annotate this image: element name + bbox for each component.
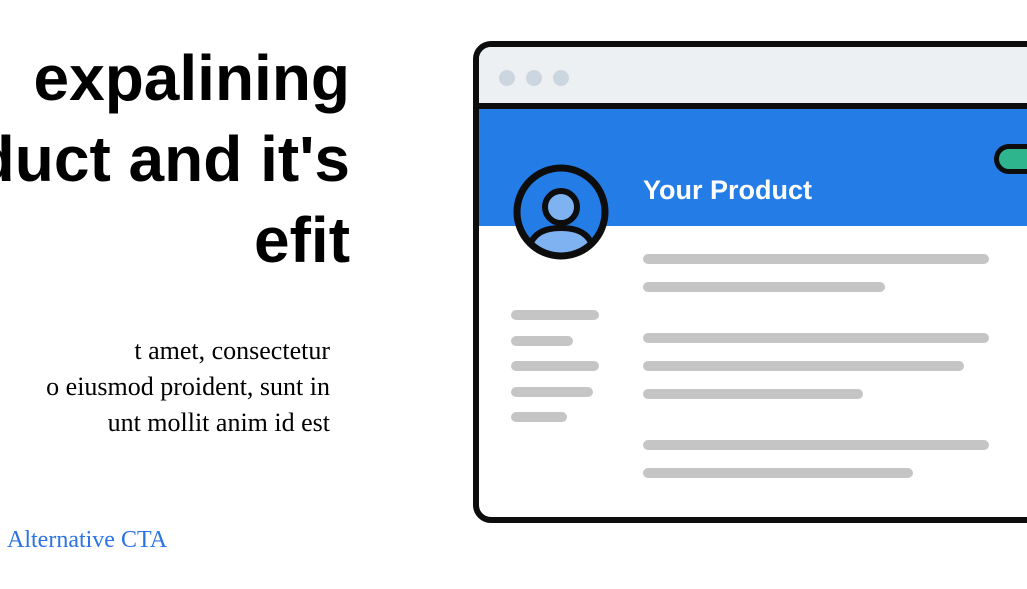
skeleton-line [643,254,989,264]
skeleton-line [643,282,885,292]
skeleton-line [511,336,573,346]
skeleton-line [643,440,989,450]
description-line: unt mollit anim id est [107,408,330,437]
skeleton-line [511,310,599,320]
product-title: Your Product [643,175,813,205]
description-line: t amet, consectetur [134,336,330,365]
window-dot-icon [553,70,569,86]
window-dot-icon [499,70,515,86]
product-browser-illustration: Your Product [473,41,1027,523]
toggle-pill-icon [994,144,1027,174]
hero-description: t amet, consectetur o eiusmod proident, … [0,333,330,441]
hero-headline: expalining duct and it's efit [0,38,350,281]
user-avatar-icon [513,164,609,260]
skeleton-line [643,333,989,343]
skeleton-line [643,468,913,478]
headline-line: duct and it's [0,123,350,195]
skeleton-line [511,361,599,371]
headline-line: expalining [33,42,351,114]
alternative-cta-link[interactable]: Alternative CTA [7,524,167,556]
browser-title-bar [479,47,1027,109]
skeleton-line [511,412,567,422]
skeleton-line [643,361,964,371]
window-dot-icon [526,70,542,86]
landing-page: expalining duct and it's efit t amet, co… [0,0,1027,589]
skeleton-line [643,389,863,399]
headline-line: efit [254,204,350,276]
description-line: o eiusmod proident, sunt in [46,372,330,401]
skeleton-line [511,387,593,397]
